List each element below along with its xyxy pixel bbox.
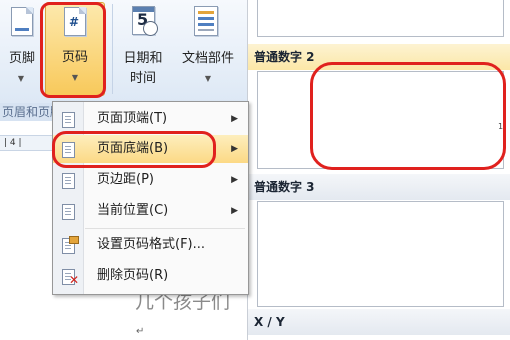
date-time-label-2: 时间 xyxy=(129,71,156,86)
chevron-down-icon: ▼ xyxy=(204,74,212,83)
menu-item-current-position[interactable]: 当前位置(C) ▶ xyxy=(53,197,248,225)
menu-item-remove-page-numbers[interactable]: ✕ 删除页码(R) xyxy=(53,262,248,290)
ribbon-header-footer-group: 页脚 ▼ # 页码 ▼ 5 日期和 时间 文档部件 ▼ xyxy=(0,0,250,104)
current-position-icon xyxy=(62,204,75,220)
annotation-highlight-page-bottom xyxy=(52,131,216,168)
ruler[interactable]: | 4 | xyxy=(0,135,60,151)
menu-item-label: 设置页码格式(F)... xyxy=(97,237,206,252)
menu-separator xyxy=(85,228,245,229)
format-brush-icon xyxy=(69,236,79,244)
page-margin-icon xyxy=(62,173,75,189)
annotation-highlight-page-number xyxy=(40,2,106,98)
submenu-arrow-icon: ▶ xyxy=(231,175,238,185)
menu-item-label: 删除页码(R) xyxy=(97,268,169,283)
footer-button[interactable]: 页脚 ▼ xyxy=(2,4,40,94)
menu-item-label: 当前位置(C) xyxy=(97,203,169,218)
gallery-item-title: 普通数字 3 xyxy=(248,174,510,200)
footer-label: 页脚 xyxy=(8,51,35,66)
annotation-highlight-preview xyxy=(310,62,506,170)
paragraph-mark: ↵ xyxy=(136,326,145,337)
quick-parts-icon xyxy=(194,6,218,36)
menu-item-label: 页边距(P) xyxy=(97,172,154,187)
menu-item-page-top[interactable]: 页面顶端(T) ▶ xyxy=(53,105,248,133)
submenu-arrow-icon: ▶ xyxy=(231,114,238,124)
gallery-thumb-1[interactable] xyxy=(257,0,504,37)
submenu-arrow-icon: ▶ xyxy=(231,206,238,216)
quick-parts-button[interactable]: 文档部件 ▼ xyxy=(172,4,244,94)
submenu-arrow-icon: ▶ xyxy=(231,144,238,154)
date-time-label-1: 日期和 xyxy=(123,51,163,66)
date-time-button[interactable]: 5 日期和 时间 xyxy=(116,4,170,94)
menu-item-page-margin[interactable]: 页边距(P) ▶ xyxy=(53,166,248,194)
footer-icon xyxy=(11,7,33,36)
page-top-icon xyxy=(62,112,75,128)
menu-item-label: 页面顶端(T) xyxy=(97,111,168,126)
chevron-down-icon: ▼ xyxy=(17,74,25,83)
delete-x-icon: ✕ xyxy=(69,273,80,287)
quick-parts-label: 文档部件 xyxy=(181,51,234,66)
calendar-clock-icon: 5 xyxy=(132,6,158,36)
gallery-item-title: X / Y xyxy=(248,309,510,335)
gallery-thumb-plain-number-3[interactable] xyxy=(257,201,504,307)
page-number-gallery[interactable]: 普通数字 2 1 普通数字 3 X / Y xyxy=(247,0,510,340)
group-divider xyxy=(112,4,113,94)
menu-item-format-page-numbers[interactable]: 设置页码格式(F)... xyxy=(53,231,248,259)
